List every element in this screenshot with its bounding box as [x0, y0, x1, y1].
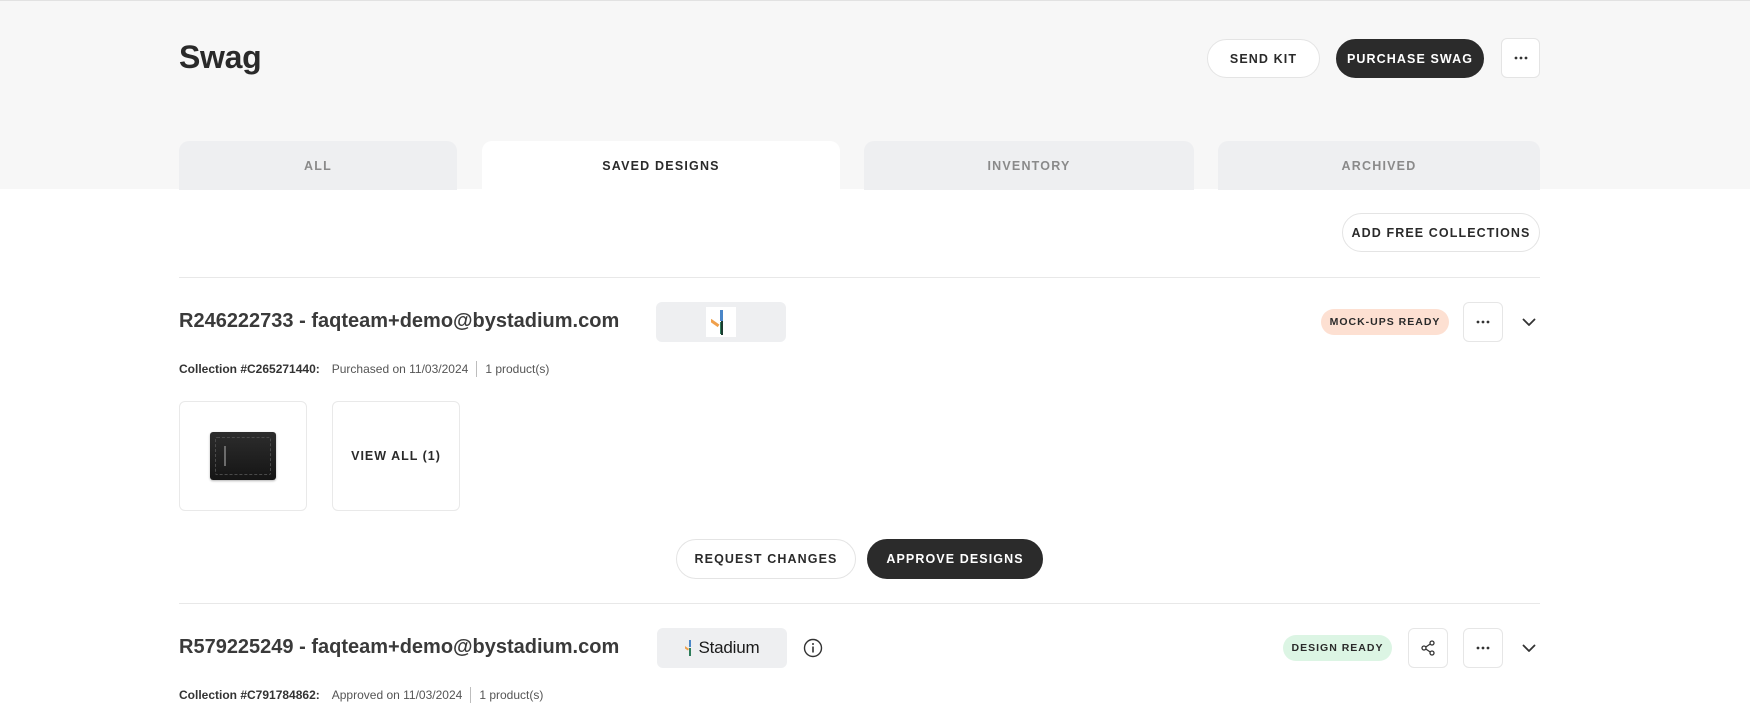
logo-wordmark: Stadium [698, 638, 760, 657]
chevron-down-icon [1522, 318, 1536, 326]
more-horizontal-icon [1514, 56, 1527, 60]
more-horizontal-icon [1476, 320, 1490, 324]
share-button[interactable] [1408, 628, 1448, 668]
share-icon [1421, 640, 1435, 656]
page-title: Swag [179, 39, 262, 75]
view-all-products-card[interactable]: VIEW ALL (1) [332, 401, 460, 511]
product-count: 1 product(s) [479, 688, 544, 702]
product-count: 1 product(s) [485, 362, 550, 376]
order-title: R246222733 - faqteam+demo@bystadium.com [179, 310, 620, 332]
more-horizontal-icon [1476, 646, 1490, 650]
stadium-logo-icon [706, 307, 736, 337]
tab-saved-designs[interactable]: SAVED DESIGNS [482, 141, 840, 190]
purchase-date: Purchased on 11/03/2024 [331, 362, 469, 376]
collection-logo: Stadium [657, 628, 787, 668]
request-changes-button[interactable]: REQUEST CHANGES [676, 539, 856, 579]
chevron-down-icon [1522, 644, 1536, 652]
order-more-button[interactable] [1463, 628, 1503, 668]
approval-date: Approved on 11/03/2024 [331, 688, 463, 702]
divider [179, 277, 1540, 278]
purchase-swag-button[interactable]: PURCHASE SWAG [1336, 39, 1484, 78]
info-icon [803, 638, 823, 658]
status-badge: MOCK-UPS READY [1321, 309, 1449, 335]
expand-toggle[interactable] [1519, 312, 1539, 332]
order-more-button[interactable] [1463, 302, 1503, 342]
collection-number: Collection #C265271440: [179, 362, 320, 376]
stadium-logo-icon [684, 640, 691, 656]
divider [179, 603, 1540, 604]
expand-toggle[interactable] [1519, 638, 1539, 658]
collection-logo [656, 302, 786, 342]
meta-separator [470, 687, 472, 703]
info-button[interactable] [803, 638, 823, 658]
tab-all[interactable]: ALL [179, 141, 457, 190]
collection-number: Collection #C791784862: [179, 688, 320, 702]
meta-separator [476, 361, 478, 377]
header-area: Swag SEND KIT PURCHASE SWAG ALL SAVED DE… [0, 0, 1750, 190]
approve-designs-button[interactable]: APPROVE DESIGNS [867, 539, 1043, 579]
view-all-label: VIEW ALL (1) [351, 449, 441, 463]
order-title: R579225249 - faqteam+demo@bystadium.com [179, 636, 620, 658]
product-thumbnail[interactable] [179, 401, 307, 511]
collection-meta: Collection #C265271440: Purchased on 11/… [179, 361, 549, 377]
collection-meta: Collection #C791784862: Approved on 11/0… [179, 687, 543, 703]
send-kit-button[interactable]: SEND KIT [1207, 39, 1320, 78]
header-more-button[interactable] [1501, 38, 1540, 78]
tab-archived[interactable]: ARCHIVED [1218, 141, 1540, 190]
add-free-collections-button[interactable]: ADD FREE COLLECTIONS [1342, 213, 1540, 252]
status-badge: DESIGN READY [1283, 635, 1392, 661]
wallet-product-image [210, 432, 276, 480]
tab-inventory[interactable]: INVENTORY [864, 141, 1194, 190]
